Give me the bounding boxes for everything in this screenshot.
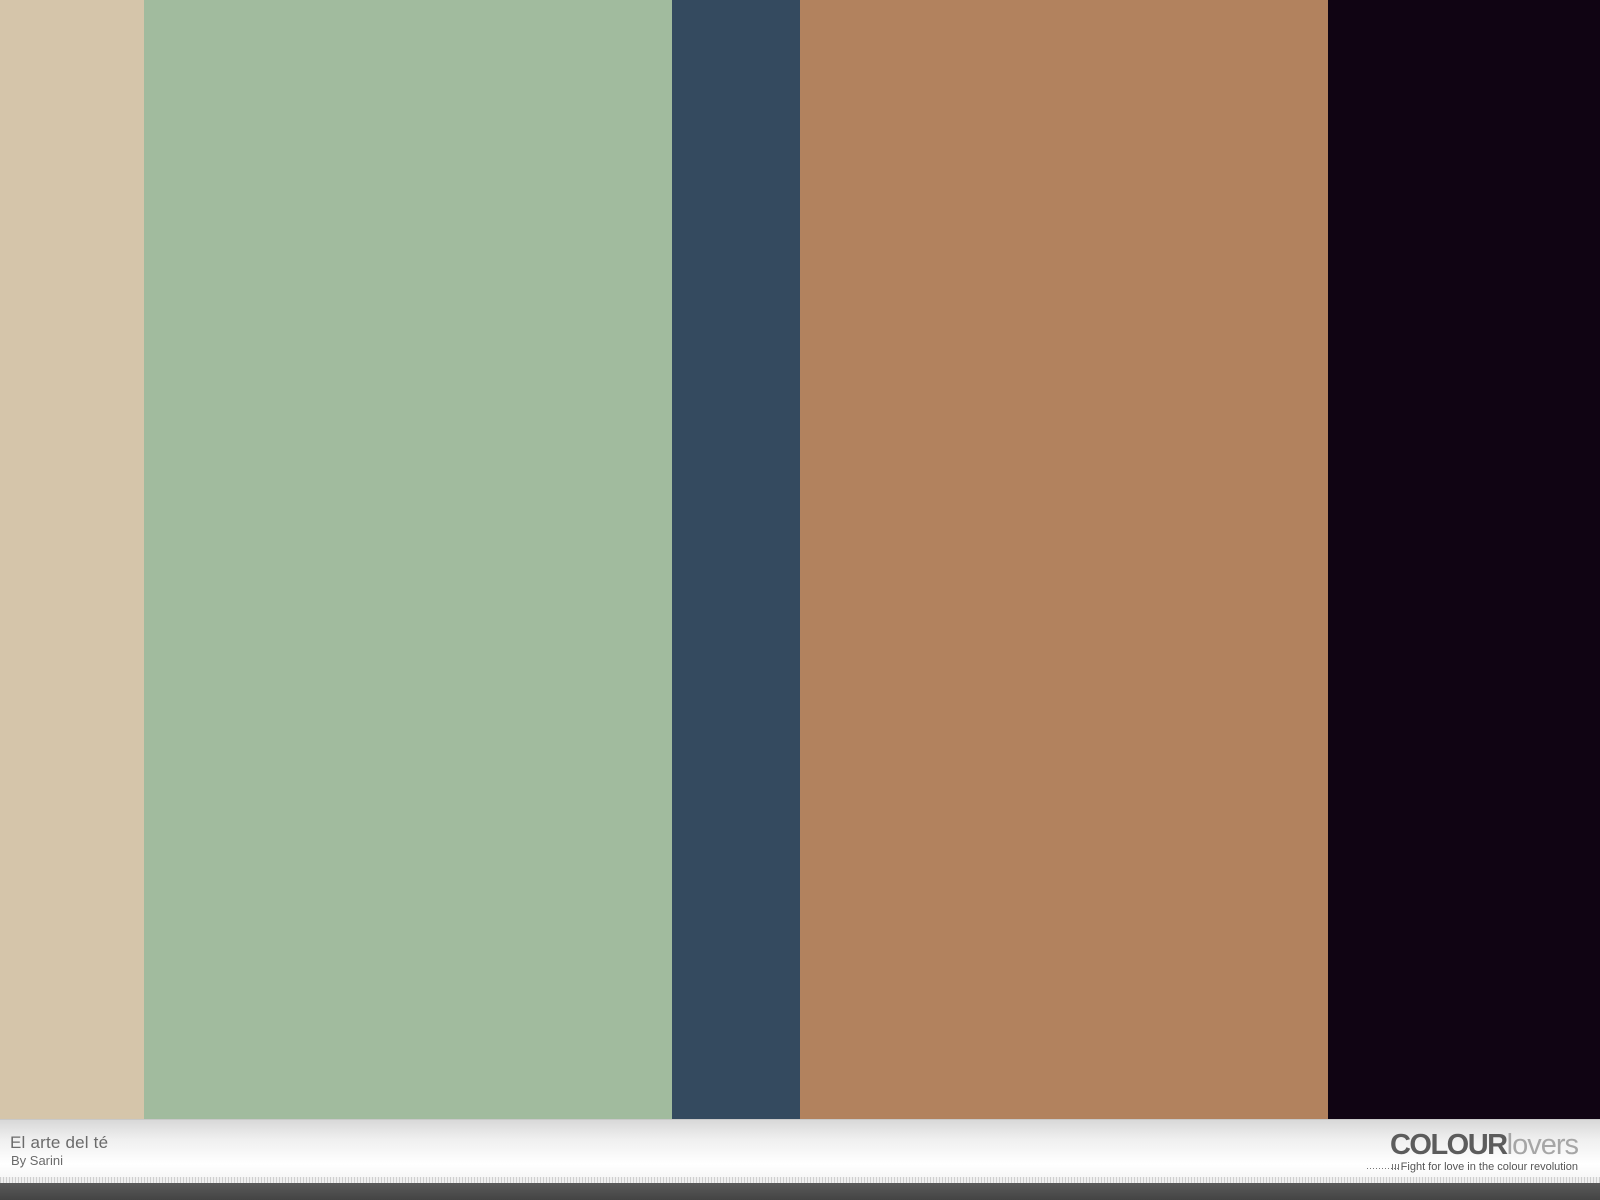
brand-tagline-row: Fight for love in the colour revolution [1366, 1161, 1578, 1173]
palette-title: El arte del té [10, 1133, 109, 1152]
palette-author[interactable]: By Sarini [11, 1153, 63, 1168]
swatch-2[interactable] [144, 0, 672, 1119]
brand-tagline: Fight for love in the colour revolution [1400, 1161, 1578, 1173]
palette-footer: El arte del té By Sarini COLOURlovers Fi… [0, 1119, 1600, 1183]
colourlovers-brand[interactable]: COLOURlovers Fight for love in the colou… [1338, 1128, 1579, 1176]
swatch-3[interactable] [672, 0, 800, 1119]
logo-text-colour: COLOUR [1389, 1129, 1508, 1161]
dotted-line-icon [1366, 1164, 1399, 1170]
palette-page: El arte del té By Sarini COLOURlovers Fi… [0, 0, 1600, 1200]
logo-text-lovers: lovers [1506, 1129, 1579, 1161]
bottom-bar [0, 1183, 1600, 1200]
colourlovers-logo: COLOURlovers [1389, 1128, 1579, 1162]
swatch-4[interactable] [800, 0, 1328, 1119]
color-palette [0, 0, 1600, 1119]
swatch-1[interactable] [0, 0, 144, 1119]
swatch-5[interactable] [1328, 0, 1600, 1119]
